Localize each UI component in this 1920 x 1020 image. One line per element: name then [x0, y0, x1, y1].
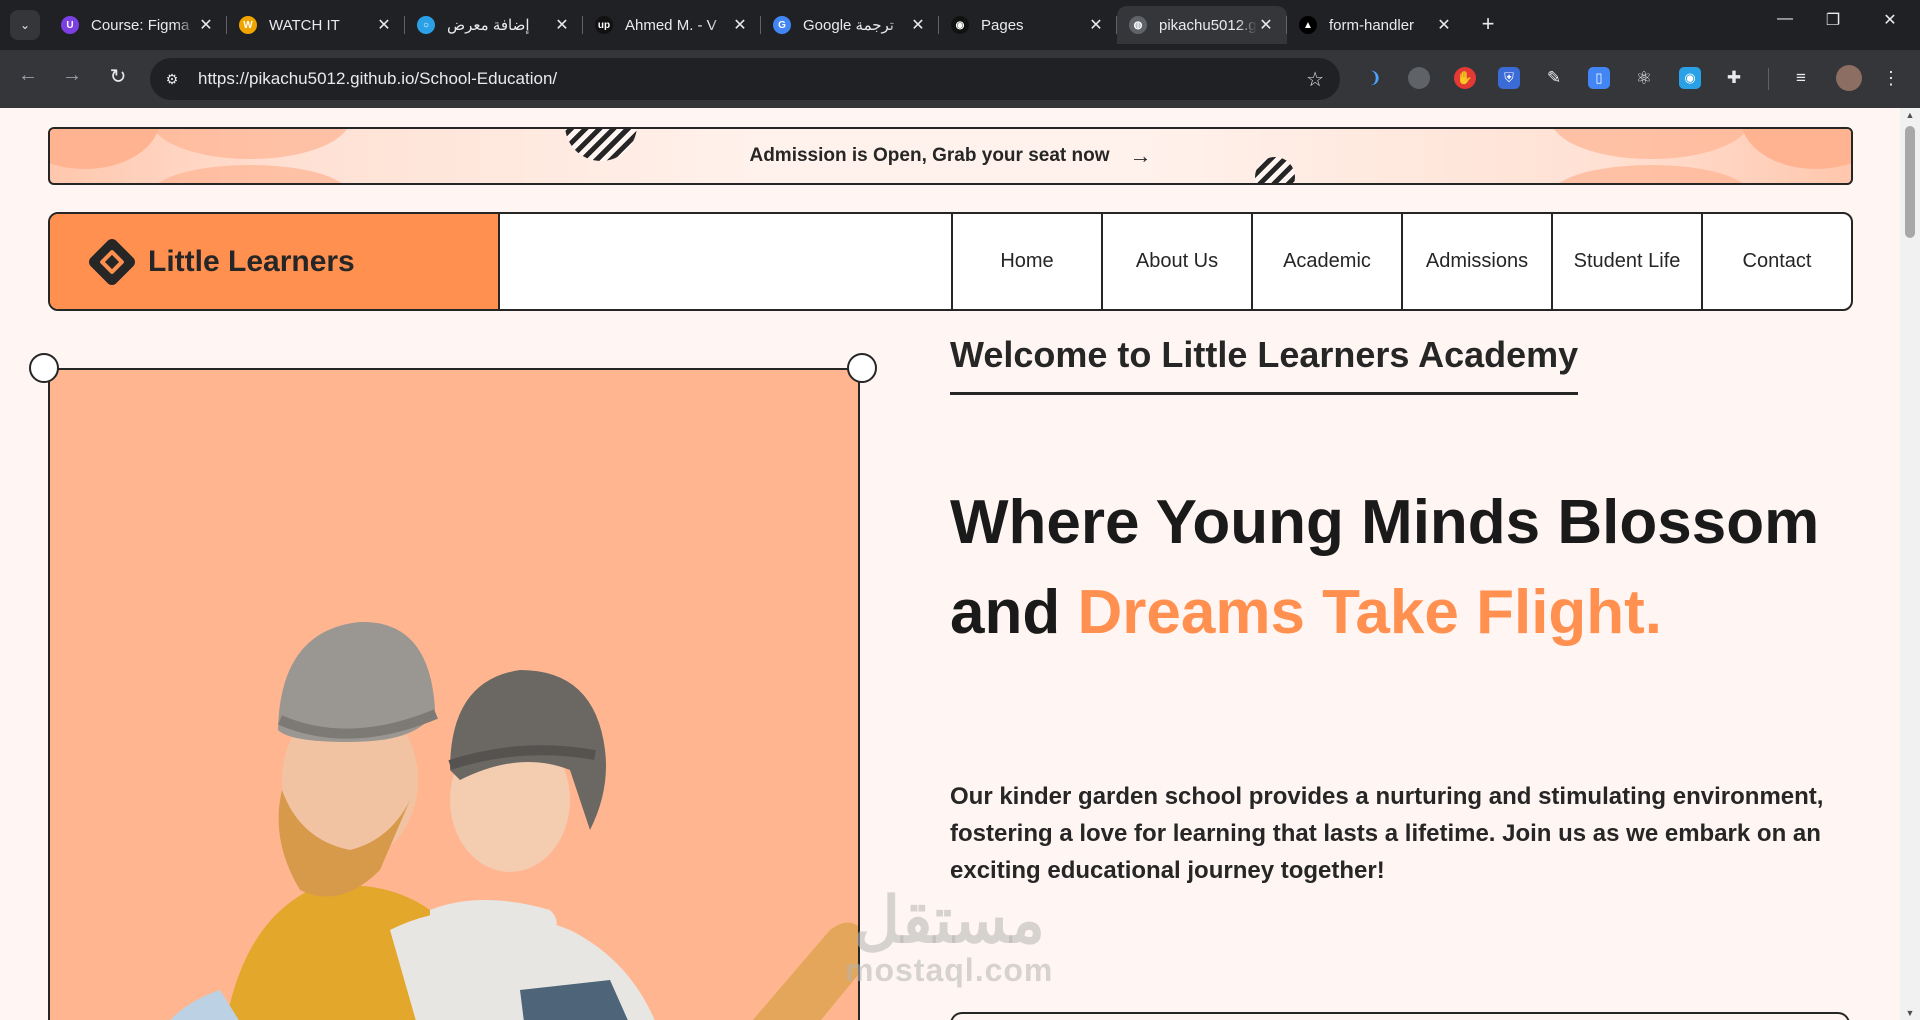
hero-cta-card[interactable]: [950, 1012, 1850, 1020]
browser-tab[interactable]: G Google ترجمة ✕: [761, 6, 939, 44]
nav-academic[interactable]: Academic: [1251, 214, 1401, 309]
banner-text[interactable]: Admission is Open, Grab your seat now: [749, 145, 1109, 167]
arrow-right-icon[interactable]: →: [1130, 143, 1152, 169]
browser-toolbar: ← → ↻ ⚙ https://pikachu5012.github.io/Sc…: [0, 50, 1920, 108]
banner-decor-shape: [150, 165, 350, 183]
brand-name: Little Learners: [148, 244, 355, 278]
url-text[interactable]: https://pikachu5012.github.io/School-Edu…: [198, 69, 557, 89]
scrollbar-thumb[interactable]: [1905, 126, 1915, 238]
banner-decor-shape: [50, 129, 160, 169]
striped-ball-decor: [565, 129, 637, 161]
tab-title: Google ترجمة: [803, 17, 894, 34]
tab-close-icon[interactable]: ✕: [197, 15, 215, 35]
up-icon: up: [595, 16, 613, 34]
nav-contact[interactable]: Contact: [1701, 214, 1851, 309]
reload-icon[interactable]: ↻: [104, 64, 132, 89]
main-navbar: Little Learners Home About Us Academic A…: [48, 212, 1853, 311]
new-tab-button[interactable]: +: [1475, 12, 1501, 38]
tab-title: form-handler: [1329, 16, 1415, 34]
scroll-down-icon[interactable]: ▼: [1900, 1008, 1920, 1018]
brand-logo-link[interactable]: Little Learners: [50, 214, 500, 309]
banner-decor-shape: [1551, 129, 1751, 159]
extension-disc-icon[interactable]: [1408, 67, 1430, 89]
hero-title-accent: Dreams Take Flight.: [1077, 578, 1663, 647]
tab-list: U Course: Figma ✕ W WATCH IT ✕ ○ إضافة معرض ✕ up A…: [49, 6, 1465, 44]
tab-title: Course: Figma: [91, 16, 190, 34]
extension-shield-icon[interactable]: ⛨: [1498, 67, 1520, 89]
bookmark-star-icon[interactable]: ☆: [1306, 67, 1324, 92]
browser-tab[interactable]: ◉ Pages ✕: [939, 6, 1117, 44]
u-icon: U: [61, 16, 79, 34]
tab-title: pikachu5012.g: [1159, 16, 1257, 34]
scroll-up-icon[interactable]: ▲: [1900, 110, 1920, 120]
hero-description: Our kinder garden school provides a nurt…: [950, 783, 1824, 884]
tab-title: Ahmed M. - V: [625, 16, 717, 34]
banner-decor-shape: [150, 129, 350, 159]
triangle-icon: ▲: [1299, 16, 1317, 34]
banner-decor-shape: [1551, 165, 1751, 183]
address-bar[interactable]: ⚙ https://pikachu5012.github.io/School-E…: [150, 58, 1340, 100]
profile-avatar[interactable]: [1836, 65, 1862, 91]
toolbar-separator: [1768, 68, 1769, 90]
extension-sound-icon[interactable]: ❩: [1364, 67, 1386, 89]
media-control-icon[interactable]: ≡: [1790, 67, 1812, 89]
page-viewport: Admission is Open, Grab your seat now → …: [0, 108, 1920, 1020]
extension-react-icon[interactable]: ⚛: [1633, 67, 1655, 89]
tab-strip: ⌄ U Course: Figma ✕ W WATCH IT ✕ ○ إضافة معرض ✕ u…: [0, 0, 1920, 50]
hero-image: [48, 368, 860, 1020]
site-info-icon[interactable]: ⚙: [156, 63, 188, 95]
window-close-icon[interactable]: ✕: [1870, 10, 1910, 30]
circle-icon: ○: [417, 16, 435, 34]
extensions-puzzle-icon[interactable]: ✚: [1723, 67, 1745, 89]
github-icon: ◉: [951, 16, 969, 34]
admission-banner[interactable]: Admission is Open, Grab your seat now →: [48, 127, 1853, 185]
tab-close-icon[interactable]: ✕: [1087, 15, 1105, 35]
page-scrollbar[interactable]: ▲ ▼: [1900, 108, 1920, 1020]
browser-tab[interactable]: ▲ form-handler ✕: [1287, 6, 1465, 44]
tab-search-button[interactable]: ⌄: [10, 10, 40, 40]
globe-icon: ◍: [1129, 16, 1147, 34]
nav-admissions[interactable]: Admissions: [1401, 214, 1551, 309]
extension-hand-icon[interactable]: ✋: [1454, 67, 1476, 89]
mostaql-watermark: مستقل mostaql.com: [845, 888, 1053, 989]
translate-icon: G: [773, 16, 791, 34]
browser-tab[interactable]: ◍ pikachu5012.g ✕: [1117, 6, 1287, 44]
browser-tab[interactable]: up Ahmed M. - V ✕: [583, 6, 761, 44]
children-photo: [170, 621, 858, 1020]
frame-corner-handle: [847, 353, 877, 383]
minimize-icon[interactable]: —: [1765, 10, 1805, 28]
hero-title: Where Young Minds Blossom and Dreams Tak…: [950, 478, 1850, 658]
extension-docs-icon[interactable]: ▯: [1588, 67, 1610, 89]
banner-decor-shape: [1741, 129, 1851, 169]
tab-title: إضافة معرض: [447, 17, 530, 34]
striped-ball-decor: [1255, 157, 1295, 183]
browser-tab[interactable]: ○ إضافة معرض ✕: [405, 6, 583, 44]
nav-student-life[interactable]: Student Life: [1551, 214, 1701, 309]
extension-picker-icon[interactable]: ✎: [1543, 67, 1565, 89]
hero-kicker: Welcome to Little Learners Academy: [950, 334, 1579, 395]
watermark-arabic: مستقل: [853, 884, 1045, 956]
tab-title: Pages: [981, 16, 1024, 34]
navbar-spacer: [500, 214, 951, 309]
browser-tab[interactable]: U Course: Figma ✕: [49, 6, 227, 44]
tab-close-icon[interactable]: ✕: [909, 15, 927, 35]
nav-home[interactable]: Home: [951, 214, 1101, 309]
extension-record-icon[interactable]: ◉: [1679, 67, 1701, 89]
w-icon: W: [239, 16, 257, 34]
nav-about-us[interactable]: About Us: [1101, 214, 1251, 309]
restore-icon[interactable]: ❐: [1813, 10, 1853, 30]
tab-close-icon[interactable]: ✕: [375, 15, 393, 35]
forward-icon[interactable]: →: [58, 64, 86, 87]
tab-close-icon[interactable]: ✕: [553, 15, 571, 35]
tab-close-icon[interactable]: ✕: [1257, 15, 1275, 35]
back-icon[interactable]: ←: [14, 64, 42, 87]
tab-close-icon[interactable]: ✕: [1435, 15, 1453, 35]
watermark-latin: mostaql.com: [845, 952, 1054, 988]
browser-tab[interactable]: W WATCH IT ✕: [227, 6, 405, 44]
brand-diamond-icon: [89, 238, 135, 285]
tab-close-icon[interactable]: ✕: [731, 15, 749, 35]
browser-menu-icon[interactable]: ⋮: [1880, 67, 1902, 89]
tab-title: WATCH IT: [269, 16, 340, 34]
frame-corner-handle: [29, 353, 59, 383]
